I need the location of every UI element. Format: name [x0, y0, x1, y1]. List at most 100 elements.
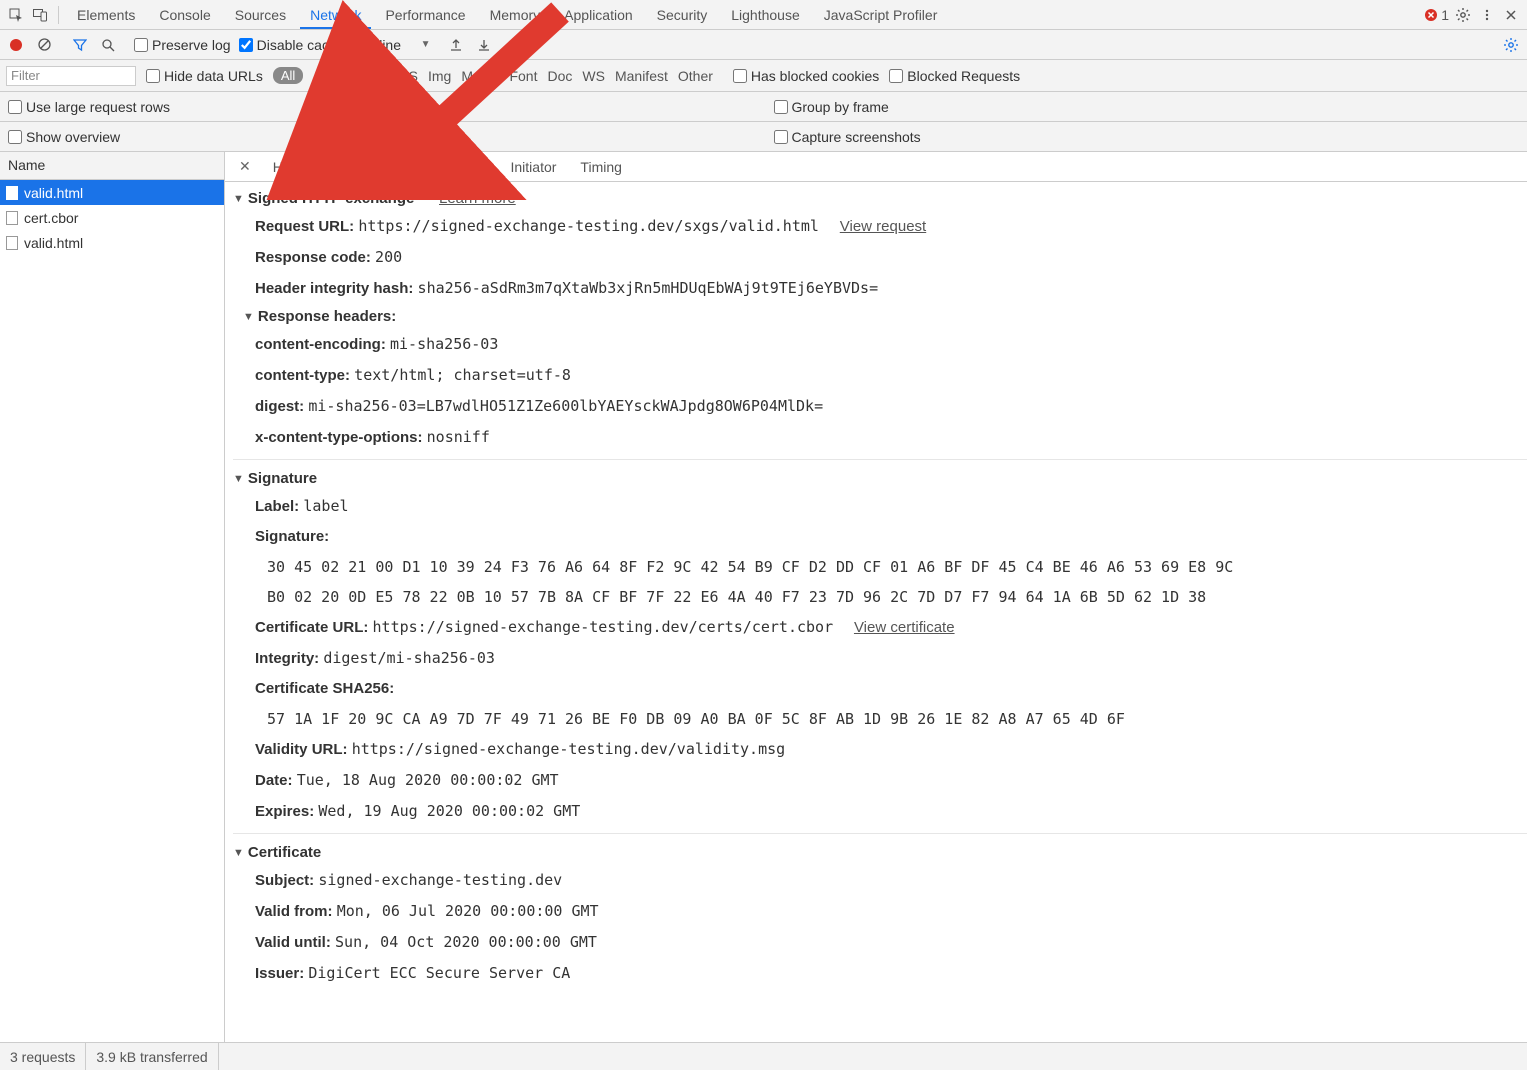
blocked-cookies-checkbox[interactable]: Has blocked cookies	[733, 68, 879, 84]
tab-memory[interactable]: Memory	[480, 1, 551, 29]
filter-doc[interactable]: Doc	[547, 68, 572, 84]
subtab-preview[interactable]: Preview	[338, 153, 412, 181]
tab-lighthouse[interactable]: Lighthouse	[721, 1, 810, 29]
view-request-link[interactable]: View request	[840, 218, 926, 235]
request-name: valid.html	[24, 185, 83, 201]
error-count[interactable]: 1	[1424, 7, 1449, 23]
kv-row: Subject: signed-exchange-testing.dev	[233, 865, 1527, 896]
subtab-initiator[interactable]: Initiator	[499, 153, 569, 181]
kv-row: Issuer: DigiCert ECC Secure Server CA	[233, 958, 1527, 989]
tab-performance[interactable]: Performance	[375, 1, 475, 29]
kv-row: Signature:	[233, 522, 1527, 552]
request-row[interactable]: valid.html	[0, 230, 224, 255]
search-icon[interactable]	[98, 35, 118, 55]
blocked-cookies-label: Has blocked cookies	[751, 68, 879, 84]
kv-row: Valid until: Sun, 04 Oct 2020 00:00:00 G…	[233, 927, 1527, 958]
disclosure-triangle-icon: ▼	[243, 311, 254, 323]
inspect-icon[interactable]	[6, 5, 26, 25]
section-certificate[interactable]: ▼Certificate	[233, 840, 1527, 865]
subtab-response[interactable]: Response	[411, 153, 498, 181]
view-certificate-link[interactable]: View certificate	[854, 619, 955, 636]
tab-sources[interactable]: Sources	[225, 1, 296, 29]
throttle-select[interactable]: Online ▼	[361, 37, 431, 53]
filter-ws[interactable]: WS	[582, 68, 605, 84]
status-bar: 3 requests 3.9 kB transferred	[0, 1042, 1527, 1070]
subtab-headers[interactable]: Headers	[261, 153, 338, 181]
preserve-log-checkbox[interactable]: Preserve log	[134, 37, 231, 53]
tab-security[interactable]: Security	[647, 1, 718, 29]
hide-data-urls-label: Hide data URLs	[164, 68, 263, 84]
filter-manifest[interactable]: Manifest	[615, 68, 668, 84]
kv-row: x-content-type-options: nosniff	[233, 422, 1527, 453]
request-list-header[interactable]: Name	[0, 152, 224, 180]
request-url-value: https://signed-exchange-testing.dev/sxgs…	[358, 217, 819, 235]
kv-row: Date: Tue, 18 Aug 2020 00:00:02 GMT	[233, 765, 1527, 796]
tab-network[interactable]: Network	[300, 1, 371, 29]
filter-media[interactable]: Media	[461, 68, 499, 84]
filter-placeholder: Filter	[11, 68, 40, 83]
filter-font[interactable]: Font	[509, 68, 537, 84]
document-icon	[6, 186, 18, 200]
kv-row: Expires: Wed, 19 Aug 2020 00:00:02 GMT	[233, 796, 1527, 827]
detail-pane: ✕ Headers Preview Response Initiator Tim…	[225, 152, 1527, 1042]
filter-xhr[interactable]: XHR	[323, 68, 353, 84]
signature-bytes: B0 02 20 0D E5 78 22 0B 10 57 7B 8A CF B…	[233, 582, 1527, 612]
kv-row: content-type: text/html; charset=utf-8	[233, 360, 1527, 391]
filter-other[interactable]: Other	[678, 68, 713, 84]
large-rows-label: Use large request rows	[26, 99, 170, 115]
hide-data-urls-checkbox[interactable]: Hide data URLs	[146, 68, 263, 84]
filter-bar: Filter Hide data URLs All XHR JS CSS Img…	[0, 60, 1527, 92]
record-button[interactable]	[6, 35, 26, 55]
filter-css[interactable]: CSS	[389, 68, 418, 84]
tab-console[interactable]: Console	[149, 1, 220, 29]
devtools-tabs: Elements Console Sources Network Perform…	[0, 0, 1527, 30]
device-toggle-icon[interactable]	[30, 5, 50, 25]
network-settings-icon[interactable]	[1501, 35, 1521, 55]
blocked-requests-checkbox[interactable]: Blocked Requests	[889, 68, 1020, 84]
show-overview-label: Show overview	[26, 129, 120, 145]
close-detail-button[interactable]: ✕	[229, 158, 261, 175]
disable-cache-checkbox[interactable]: Disable cache	[239, 37, 345, 53]
tab-application[interactable]: Application	[554, 1, 643, 29]
request-list: Name valid.html cert.cbor valid.html	[0, 152, 225, 1042]
request-name: valid.html	[24, 235, 83, 251]
show-overview-checkbox[interactable]: Show overview	[8, 129, 120, 145]
capture-screenshots-checkbox[interactable]: Capture screenshots	[774, 129, 921, 145]
request-row[interactable]: cert.cbor	[0, 205, 224, 230]
subtab-timing[interactable]: Timing	[568, 153, 634, 181]
section-sxg[interactable]: ▼ Signed HTTP exchange Learn more	[233, 186, 1527, 211]
group-frame-label: Group by frame	[792, 99, 889, 115]
filter-input[interactable]: Filter	[6, 66, 136, 86]
kv-row: Header integrity hash: sha256-aSdRm3m7qX…	[233, 273, 1527, 304]
filter-icon[interactable]	[70, 35, 90, 55]
download-icon[interactable]	[474, 35, 494, 55]
large-rows-checkbox[interactable]: Use large request rows	[8, 99, 170, 115]
kv-row: Response code: 200	[233, 242, 1527, 273]
status-transferred: 3.9 kB transferred	[86, 1043, 218, 1070]
tab-profiler[interactable]: JavaScript Profiler	[814, 1, 948, 29]
more-icon[interactable]	[1477, 5, 1497, 25]
clear-button[interactable]	[34, 35, 54, 55]
settings-icon[interactable]	[1453, 5, 1473, 25]
request-row[interactable]: valid.html	[0, 180, 224, 205]
options-row-2: Show overview Capture screenshots	[0, 122, 1527, 152]
certificate-title: Certificate	[248, 844, 321, 861]
filter-js[interactable]: JS	[363, 68, 379, 84]
section-signature[interactable]: ▼Signature	[233, 466, 1527, 491]
filter-img[interactable]: Img	[428, 68, 451, 84]
filter-all[interactable]: All	[273, 67, 303, 84]
detail-tabs: ✕ Headers Preview Response Initiator Tim…	[225, 152, 1527, 182]
disclosure-triangle-icon: ▼	[233, 473, 244, 485]
kv-row: Request URL: https://signed-exchange-tes…	[233, 211, 1527, 242]
group-frame-checkbox[interactable]: Group by frame	[774, 99, 889, 115]
section-response-headers[interactable]: ▼Response headers:	[233, 304, 1527, 329]
throttle-value: Online	[361, 37, 401, 53]
learn-more-link[interactable]: Learn more	[439, 190, 516, 207]
kv-row: Label: label	[233, 491, 1527, 522]
upload-icon[interactable]	[446, 35, 466, 55]
close-devtools-icon[interactable]	[1501, 5, 1521, 25]
disable-cache-label: Disable cache	[257, 37, 345, 53]
preview-content: ▼ Signed HTTP exchange Learn more Reques…	[225, 182, 1527, 1042]
tab-elements[interactable]: Elements	[67, 1, 145, 29]
kv-row: Valid from: Mon, 06 Jul 2020 00:00:00 GM…	[233, 896, 1527, 927]
